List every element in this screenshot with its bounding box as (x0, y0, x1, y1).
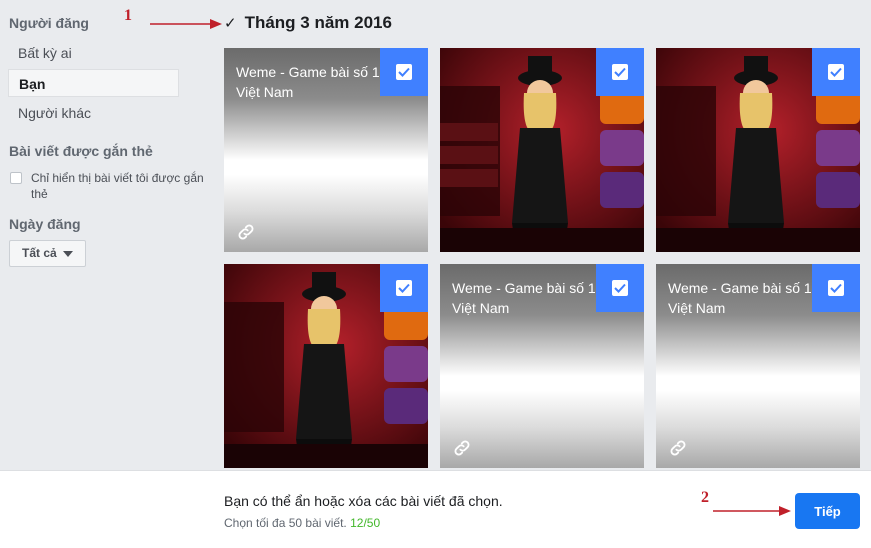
poster-option-you[interactable]: Bạn (8, 69, 179, 97)
link-icon (454, 440, 470, 456)
post-select-checkbox[interactable] (596, 264, 644, 312)
filter-sidebar: Người đăng Bất kỳ ai Bạn Người khác Bài … (0, 0, 210, 470)
post-title: Weme - Game bài số 1 Việt Nam (452, 280, 596, 316)
poster-option-others[interactable]: Người khác (8, 99, 179, 127)
check-icon (614, 67, 626, 77)
post-card[interactable]: Weme - Game bài số 1 Việt Nam (224, 48, 428, 252)
poster-option-anyone[interactable]: Bất kỳ ai (8, 39, 179, 67)
annotation-number-1: 1 (124, 7, 132, 24)
check-icon (830, 67, 842, 77)
post-select-checkbox[interactable] (812, 264, 860, 312)
selection-limit: Chọn tối đa 50 bài viết. 12/50 (224, 516, 380, 530)
link-icon (670, 440, 686, 456)
tagged-only-label[interactable]: Chỉ hiển thị bài viết tôi được gắn thẻ (31, 170, 209, 202)
post-card[interactable] (440, 48, 644, 252)
month-header: ✓ Tháng 3 năm 2016 (224, 13, 392, 33)
footer-message: Bạn có thể ẩn hoặc xóa các bài viết đã c… (224, 493, 503, 509)
post-card[interactable] (224, 264, 428, 468)
date-heading: Ngày đăng (9, 216, 81, 232)
link-icon (238, 224, 254, 240)
check-icon (830, 283, 842, 293)
date-dropdown[interactable]: Tất cả (9, 240, 86, 267)
tagged-heading: Bài viết được gắn thẻ (9, 143, 153, 159)
post-card[interactable]: Weme - Game bài số 1 Việt Nam (656, 264, 860, 468)
annotation-arrow-1 (150, 19, 222, 29)
annotation-arrow-2 (713, 506, 791, 516)
post-select-checkbox[interactable] (596, 48, 644, 96)
next-button[interactable]: Tiếp (795, 493, 860, 529)
annotation-number-2: 2 (701, 489, 709, 506)
check-icon (398, 283, 410, 293)
caret-down-icon (62, 250, 73, 257)
post-select-checkbox[interactable] (380, 264, 428, 312)
selection-limit-text: Chọn tối đa 50 bài viết. (224, 516, 347, 530)
post-select-checkbox[interactable] (380, 48, 428, 96)
date-dropdown-value: Tất cả (22, 246, 57, 260)
check-icon (398, 67, 410, 77)
select-month-check-icon[interactable]: ✓ (224, 14, 237, 32)
post-title: Weme - Game bài số 1 Việt Nam (236, 64, 380, 100)
post-title: Weme - Game bài số 1 Việt Nam (668, 280, 812, 316)
poster-heading: Người đăng (9, 15, 89, 31)
selection-footer: Bạn có thể ẩn hoặc xóa các bài viết đã c… (0, 470, 871, 548)
post-card[interactable]: Weme - Game bài số 1 Việt Nam (440, 264, 644, 468)
month-title: Tháng 3 năm 2016 (244, 13, 392, 32)
post-card[interactable] (656, 48, 860, 252)
selection-count: 12/50 (350, 516, 381, 530)
post-select-checkbox[interactable] (812, 48, 860, 96)
check-icon (614, 283, 626, 293)
tagged-only-checkbox[interactable] (10, 172, 22, 184)
